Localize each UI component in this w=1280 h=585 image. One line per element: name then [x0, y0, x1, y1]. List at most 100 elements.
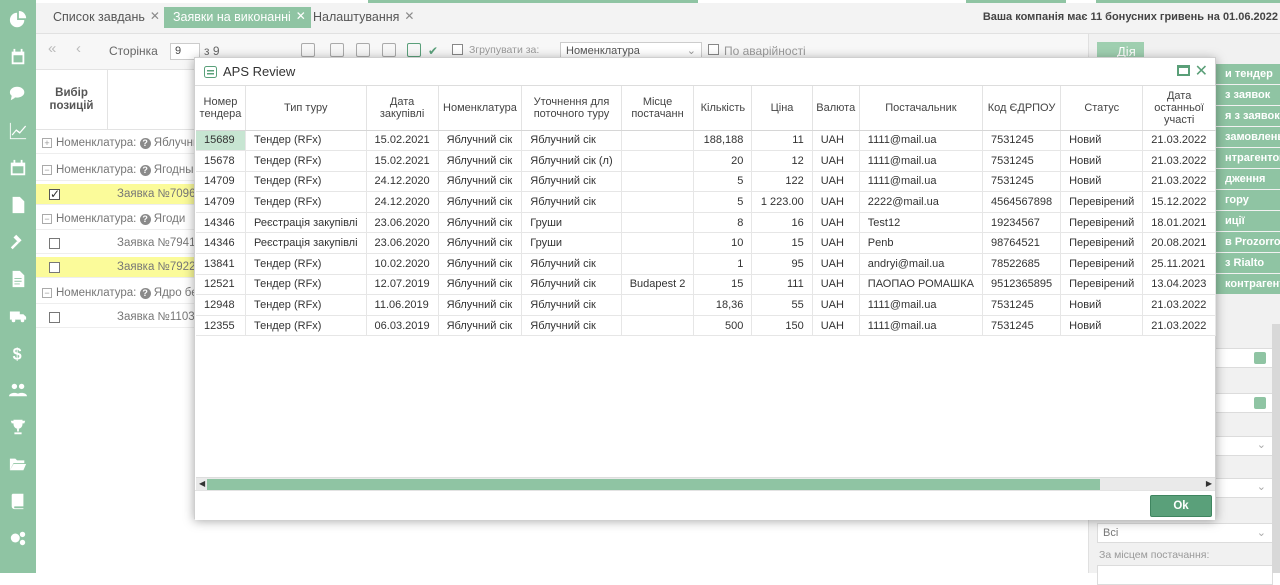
horizontal-scrollbar[interactable]: ◀ ▶: [196, 477, 1215, 490]
table-header-row: Номер тендера Тип туру Дата закупівлі Номен…: [196, 86, 1216, 131]
table-cell: 1 223.00: [751, 191, 813, 213]
scroll-left-icon[interactable]: ◀: [199, 479, 205, 488]
table-row[interactable]: 12355 Тендер (RFx) 06.03.2019 Яблучний сік Я…: [196, 315, 1216, 337]
table-cell: 15689: [196, 130, 246, 152]
list-item[interactable]: Заявка №11037: [36, 307, 196, 328]
list-group-row[interactable]: + Номенклатура: ? Яблучний: [36, 133, 196, 154]
table-row[interactable]: 14346 Реєстрація закупівлі 23.06.2020 Яблуч…: [196, 232, 1216, 255]
close-icon[interactable]: ✕: [150, 6, 160, 27]
list-group-row[interactable]: − Номенклатура: ? Ядро бел: [36, 283, 196, 304]
emergency-checkbox[interactable]: [708, 44, 719, 55]
folder-open-icon[interactable]: [8, 454, 28, 474]
table-row[interactable]: 12521 Тендер (RFx) 12.07.2019 Яблучний сік Я…: [196, 274, 1216, 296]
table-cell: Яблучний сік: [438, 191, 523, 213]
tab-task-list[interactable]: Список завдань ✕: [44, 7, 165, 28]
file-text-icon[interactable]: [8, 269, 28, 289]
table-row[interactable]: 12948 Тендер (RFx) 11.06.2019 Яблучний сік Я…: [196, 294, 1216, 316]
table-cell: Тендер (RFx): [245, 171, 367, 193]
collapse-icon[interactable]: [330, 43, 344, 57]
list-icon[interactable]: [1254, 352, 1266, 364]
row-checkbox[interactable]: [49, 262, 60, 273]
calendar-icon[interactable]: [8, 158, 28, 178]
close-icon[interactable]: ✕: [1195, 61, 1208, 81]
collapse-minus-icon[interactable]: −: [42, 288, 52, 298]
table-cell: 14346: [196, 212, 246, 234]
column-header[interactable]: Дата закупівлі: [366, 86, 439, 131]
table-row[interactable]: 15689 Тендер (RFx) 15.02.2021 Яблучний сік Я…: [196, 130, 1216, 152]
chart-line-icon[interactable]: [8, 121, 28, 141]
table-cell: Новий: [1060, 130, 1144, 152]
row-checkbox[interactable]: [49, 312, 60, 323]
book-icon[interactable]: [8, 491, 28, 511]
place-select[interactable]: [1097, 565, 1273, 585]
scroll-right-icon[interactable]: ▶: [1206, 479, 1212, 488]
status-select[interactable]: Всі ⌄: [1097, 523, 1273, 543]
dashboard-pie-icon[interactable]: [8, 10, 28, 30]
table-row[interactable]: 14346 Реєстрація закупівлі 23.06.2020 Яблуч…: [196, 212, 1216, 234]
column-header[interactable]: Статус: [1060, 86, 1144, 131]
table-cell: UAH: [812, 212, 860, 234]
group-checkbox[interactable]: [452, 44, 463, 55]
gavel-icon[interactable]: [8, 232, 28, 252]
calendar-check-icon[interactable]: [8, 47, 28, 67]
table-cell: 15.02.2021: [366, 150, 439, 172]
list-item[interactable]: Заявка №7941: [36, 233, 196, 254]
column-header[interactable]: Місце постачанн: [621, 86, 695, 131]
row-checkbox[interactable]: [49, 238, 60, 249]
positions-list: Вибір позицій + Номенклатура: ? Яблучний…: [36, 70, 196, 573]
tab-requests-in-progress[interactable]: Заявки на виконанні ✕: [164, 7, 311, 28]
list-group-row[interactable]: − Номенклатура: ? Ягодный: [36, 160, 196, 181]
table-row[interactable]: 13841 Тендер (RFx) 10.02.2020 Яблучний сік Я…: [196, 253, 1216, 275]
check-icon[interactable]: ✔: [428, 44, 438, 58]
column-header[interactable]: Номер тендера: [196, 86, 246, 131]
column-header[interactable]: Кількість: [693, 86, 753, 131]
table-cell: Груши: [521, 212, 622, 234]
table-cell: 13.04.2023: [1142, 274, 1216, 296]
grid-icon[interactable]: [382, 43, 396, 57]
column-header[interactable]: Дата останньої участі: [1142, 86, 1216, 131]
list-item[interactable]: ✓ Заявка №7096: [36, 184, 196, 205]
tab-settings[interactable]: Налаштування ✕: [304, 7, 419, 28]
document-icon[interactable]: [8, 195, 28, 215]
ok-button[interactable]: Ok: [1150, 495, 1212, 517]
column-header[interactable]: Номенклатура: [438, 86, 523, 131]
users-icon[interactable]: [8, 380, 28, 400]
column-header[interactable]: Постачальник: [859, 86, 983, 131]
expand-plus-icon[interactable]: +: [42, 138, 52, 148]
column-header[interactable]: Валюта: [812, 86, 860, 131]
table-cell: Перевірений: [1060, 253, 1144, 275]
first-page-icon[interactable]: «: [48, 40, 56, 57]
collapse-minus-icon[interactable]: −: [42, 214, 52, 224]
scrollbar-thumb[interactable]: [207, 479, 1100, 490]
list-item[interactable]: Заявка №7922: [36, 257, 196, 278]
close-icon[interactable]: ✕: [404, 6, 414, 27]
list-icon[interactable]: [1254, 397, 1266, 409]
list-group-row[interactable]: − Номенклатура: ? Ягоди: [36, 209, 196, 230]
table-row[interactable]: 15678 Тендер (RFx) 15.02.2021 Яблучний сік Я…: [196, 150, 1216, 172]
column-header[interactable]: Ціна: [751, 86, 813, 131]
column-header[interactable]: Код ЄДРПОУ: [982, 86, 1062, 131]
table-cell: Яблучний сік: [521, 274, 622, 296]
panel-scrollbar[interactable]: [1272, 324, 1280, 573]
dialog-title: APS Review: [223, 64, 296, 79]
collapse-minus-icon[interactable]: −: [42, 165, 52, 175]
checkbox-all-icon[interactable]: [407, 43, 421, 57]
chat-icon[interactable]: [8, 84, 28, 104]
column-header[interactable]: Тип туру: [245, 86, 367, 131]
dialog-header: APS Review ✕: [195, 58, 1215, 86]
table-cell: 9512365895: [982, 274, 1062, 296]
icon-rail: $: [0, 0, 36, 573]
maximize-icon[interactable]: [1177, 65, 1190, 76]
trophy-icon[interactable]: [8, 417, 28, 437]
table-row[interactable]: 14709 Тендер (RFx) 24.12.2020 Яблучний сік Я…: [196, 171, 1216, 193]
table-cell: Тендер (RFx): [245, 150, 367, 172]
prev-page-icon[interactable]: ‹: [76, 40, 81, 57]
truck-icon[interactable]: [8, 306, 28, 326]
dollar-icon[interactable]: $: [8, 343, 28, 363]
table-row[interactable]: 14709 Тендер (RFx) 24.12.2020 Яблучний сік Я…: [196, 191, 1216, 213]
settings-gears-icon[interactable]: [8, 528, 28, 548]
table-cell: 23.06.2020: [366, 232, 439, 255]
column-header[interactable]: Уточнення для поточного туру: [521, 86, 622, 131]
refresh-icon[interactable]: [301, 43, 315, 57]
expand-icon[interactable]: [356, 43, 370, 57]
